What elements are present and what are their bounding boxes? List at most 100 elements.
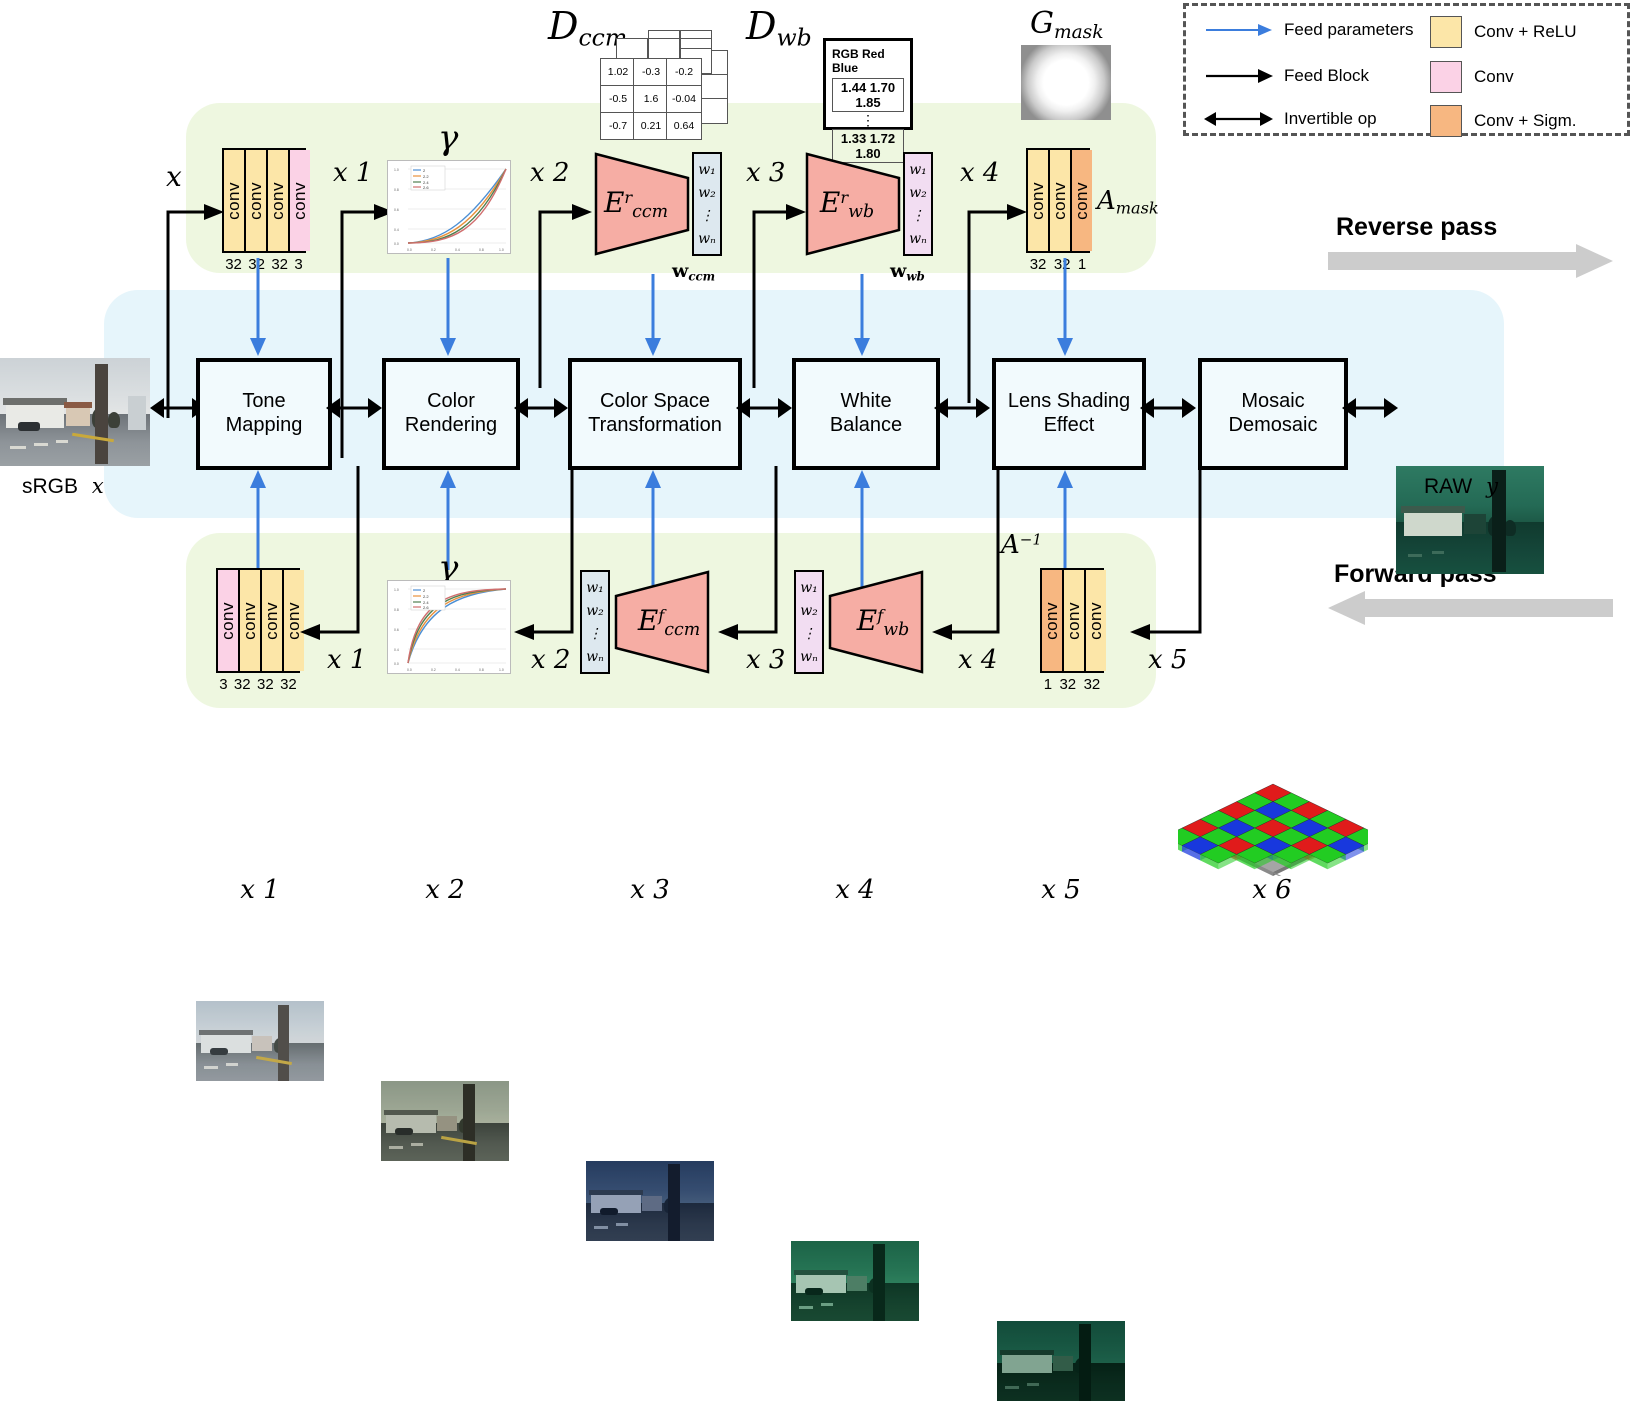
reverse-mask-conv-block: conv conv conv (1026, 148, 1092, 253)
conv-cell: conv (1028, 150, 1048, 251)
channel-label: 32 (1029, 256, 1047, 273)
forward-var-x3: x 3 (746, 645, 786, 675)
channel-label: 32 (225, 256, 242, 273)
weights-wb-reverse: w₁ w₂ ⋮ wₙ (903, 152, 933, 256)
weight-entry: w₁ (698, 161, 716, 178)
conv-relu-swatch-icon (1430, 16, 1462, 48)
bayer-mosaic-image (1163, 780, 1383, 900)
svg-text:0.6: 0.6 (394, 628, 399, 632)
conv-cell: conv (218, 570, 238, 671)
channel-label: 32 (257, 676, 274, 693)
channel-label: 32 (271, 256, 289, 273)
thumb-tint (586, 1161, 714, 1241)
pipeline-block-tone-mapping[interactable]: Tone Mapping (196, 358, 332, 470)
weight-entry: w₂ (586, 602, 604, 619)
gamma-legend-entry: 2.6 (423, 605, 429, 610)
gamma-legend-entry: 2.2 (423, 594, 429, 599)
thumb-x2-label: x 2 (425, 875, 465, 905)
weight-entry: w₁ (800, 579, 818, 596)
legend-row-feed-parameters: Feed parameters (1204, 20, 1413, 40)
a-mask-label: Amask (1097, 186, 1159, 218)
thumb-tint (997, 1321, 1125, 1401)
weights-ccm-reverse: w₁ w₂ ⋮ wₙ (692, 152, 722, 256)
encoder-ewb-reverse: Erwb (805, 152, 901, 256)
thumb-x4-label: x 4 (835, 875, 875, 905)
ccm-cell: -0.7 (600, 112, 636, 140)
invertible-arrow-mosaic-raw (1342, 398, 1398, 418)
conv-cell: conv (1042, 570, 1062, 671)
wb-table-header: RGB Red Blue (832, 47, 885, 75)
channel-label: 32 (233, 676, 251, 693)
legend: Feed parameters Feed Block Invertible op (1183, 3, 1630, 137)
weight-entry: wₙ (909, 230, 927, 247)
block-line2: Effect (1043, 414, 1095, 436)
arrow-x5-forward (1130, 466, 1202, 640)
invertible-arrow-tone-color (326, 398, 382, 418)
reverse-var-x1: x 1 (333, 158, 373, 188)
reverse-pass-label: Reverse pass (1336, 213, 1498, 241)
dataset-wb-label: Dwb (746, 4, 812, 52)
weight-entry: w₁ (586, 579, 604, 596)
invertible-arrow-lens-mosaic (1140, 398, 1196, 418)
weight-entry: w₂ (800, 602, 818, 619)
pipeline-block-color-rendering[interactable]: Color Rendering (382, 358, 520, 470)
weight-entry: ⋮ (802, 625, 816, 642)
conv-sigm-swatch-icon (1430, 105, 1462, 137)
feed-arrow-tone-mapping (250, 258, 266, 356)
ccm-cell: -0.2 (666, 58, 702, 86)
pipeline-block-mosaic-demosaic[interactable]: Mosaic Demosaic (1198, 358, 1348, 470)
weight-entry: ⋮ (700, 207, 714, 224)
channel-label: 1 (1043, 676, 1053, 693)
reverse-conv-block: conv conv conv conv (222, 148, 310, 253)
srgb-caption: sRGB x (22, 474, 104, 498)
svg-text:1.0: 1.0 (499, 248, 504, 252)
forward-var-x2: x 2 (531, 645, 571, 675)
svg-text:0.4: 0.4 (394, 648, 399, 652)
wb-table-ellipsis: ⋮ (861, 112, 875, 128)
weight-entry: wₙ (800, 648, 818, 665)
reverse-gamma-label: γ (438, 118, 459, 158)
svg-text:0.4: 0.4 (394, 228, 399, 232)
forward-conv-channels: 3 32 32 32 (216, 676, 300, 693)
srgb-image (0, 358, 150, 466)
feed-arrow-white-balance (854, 274, 870, 356)
arrow-x1-forward (300, 466, 360, 640)
weights-ccm-caption: wccm (672, 260, 716, 284)
weight-entry: w₁ (909, 161, 927, 178)
legend-label-conv-sigm: Conv + Sigm. (1474, 111, 1577, 130)
channel-label: 3 (219, 676, 228, 693)
invertible-op-arrow-icon (1204, 112, 1273, 126)
channel-label: 1 (1077, 256, 1087, 273)
conv-cell: conv (262, 570, 282, 671)
legend-label-feed-block: Feed Block (1284, 66, 1370, 85)
ccm-cell: -0.3 (633, 58, 669, 86)
channel-label: 3 (294, 256, 303, 273)
channel-label: 32 (1059, 676, 1077, 693)
thumb-x1-label: x 1 (240, 875, 280, 905)
weight-entry: w₂ (698, 184, 716, 201)
svg-text:1.0: 1.0 (394, 588, 399, 592)
weights-ccm-forward: w₁ w₂ ⋮ wₙ (580, 570, 610, 674)
invertible-arrow-cst-wb (736, 398, 792, 418)
thumb-tint (196, 1001, 324, 1081)
thumb-x6-label: x 6 (1252, 875, 1292, 905)
feed-arrow-color-space (645, 274, 661, 356)
conv-cell: conv (1064, 570, 1084, 671)
dataset-mask-label: Gmask (1030, 6, 1104, 44)
thumb-tint (791, 1241, 919, 1321)
conv-cell: conv (246, 150, 266, 251)
forward-mask-conv-block: conv conv conv (1040, 568, 1106, 673)
gamma-legend-entry: 2.6 (423, 185, 429, 190)
pipeline-block-white-balance[interactable]: White Balance (792, 358, 940, 470)
arrow-x2-forward (514, 466, 574, 640)
pipeline-block-color-space-transformation[interactable]: Color Space Transformation (568, 358, 742, 470)
pipeline-block-lens-shading-effect[interactable]: Lens Shading Effect (992, 358, 1146, 470)
legend-label-conv: Conv (1474, 67, 1514, 86)
ccm-matrix: 1.02 -0.3 -0.2 -0.5 1.6 -0.04 -0.7 0.21 … (600, 58, 716, 142)
encoder-ewb-forward: Efwb (828, 570, 924, 674)
svg-text:0.2: 0.2 (431, 248, 436, 252)
block-line1: Color (427, 390, 475, 413)
forward-var-x4: x 4 (958, 645, 998, 675)
thumb-x5-label: x 5 (1041, 875, 1081, 905)
channel-label: 32 (1083, 676, 1101, 693)
